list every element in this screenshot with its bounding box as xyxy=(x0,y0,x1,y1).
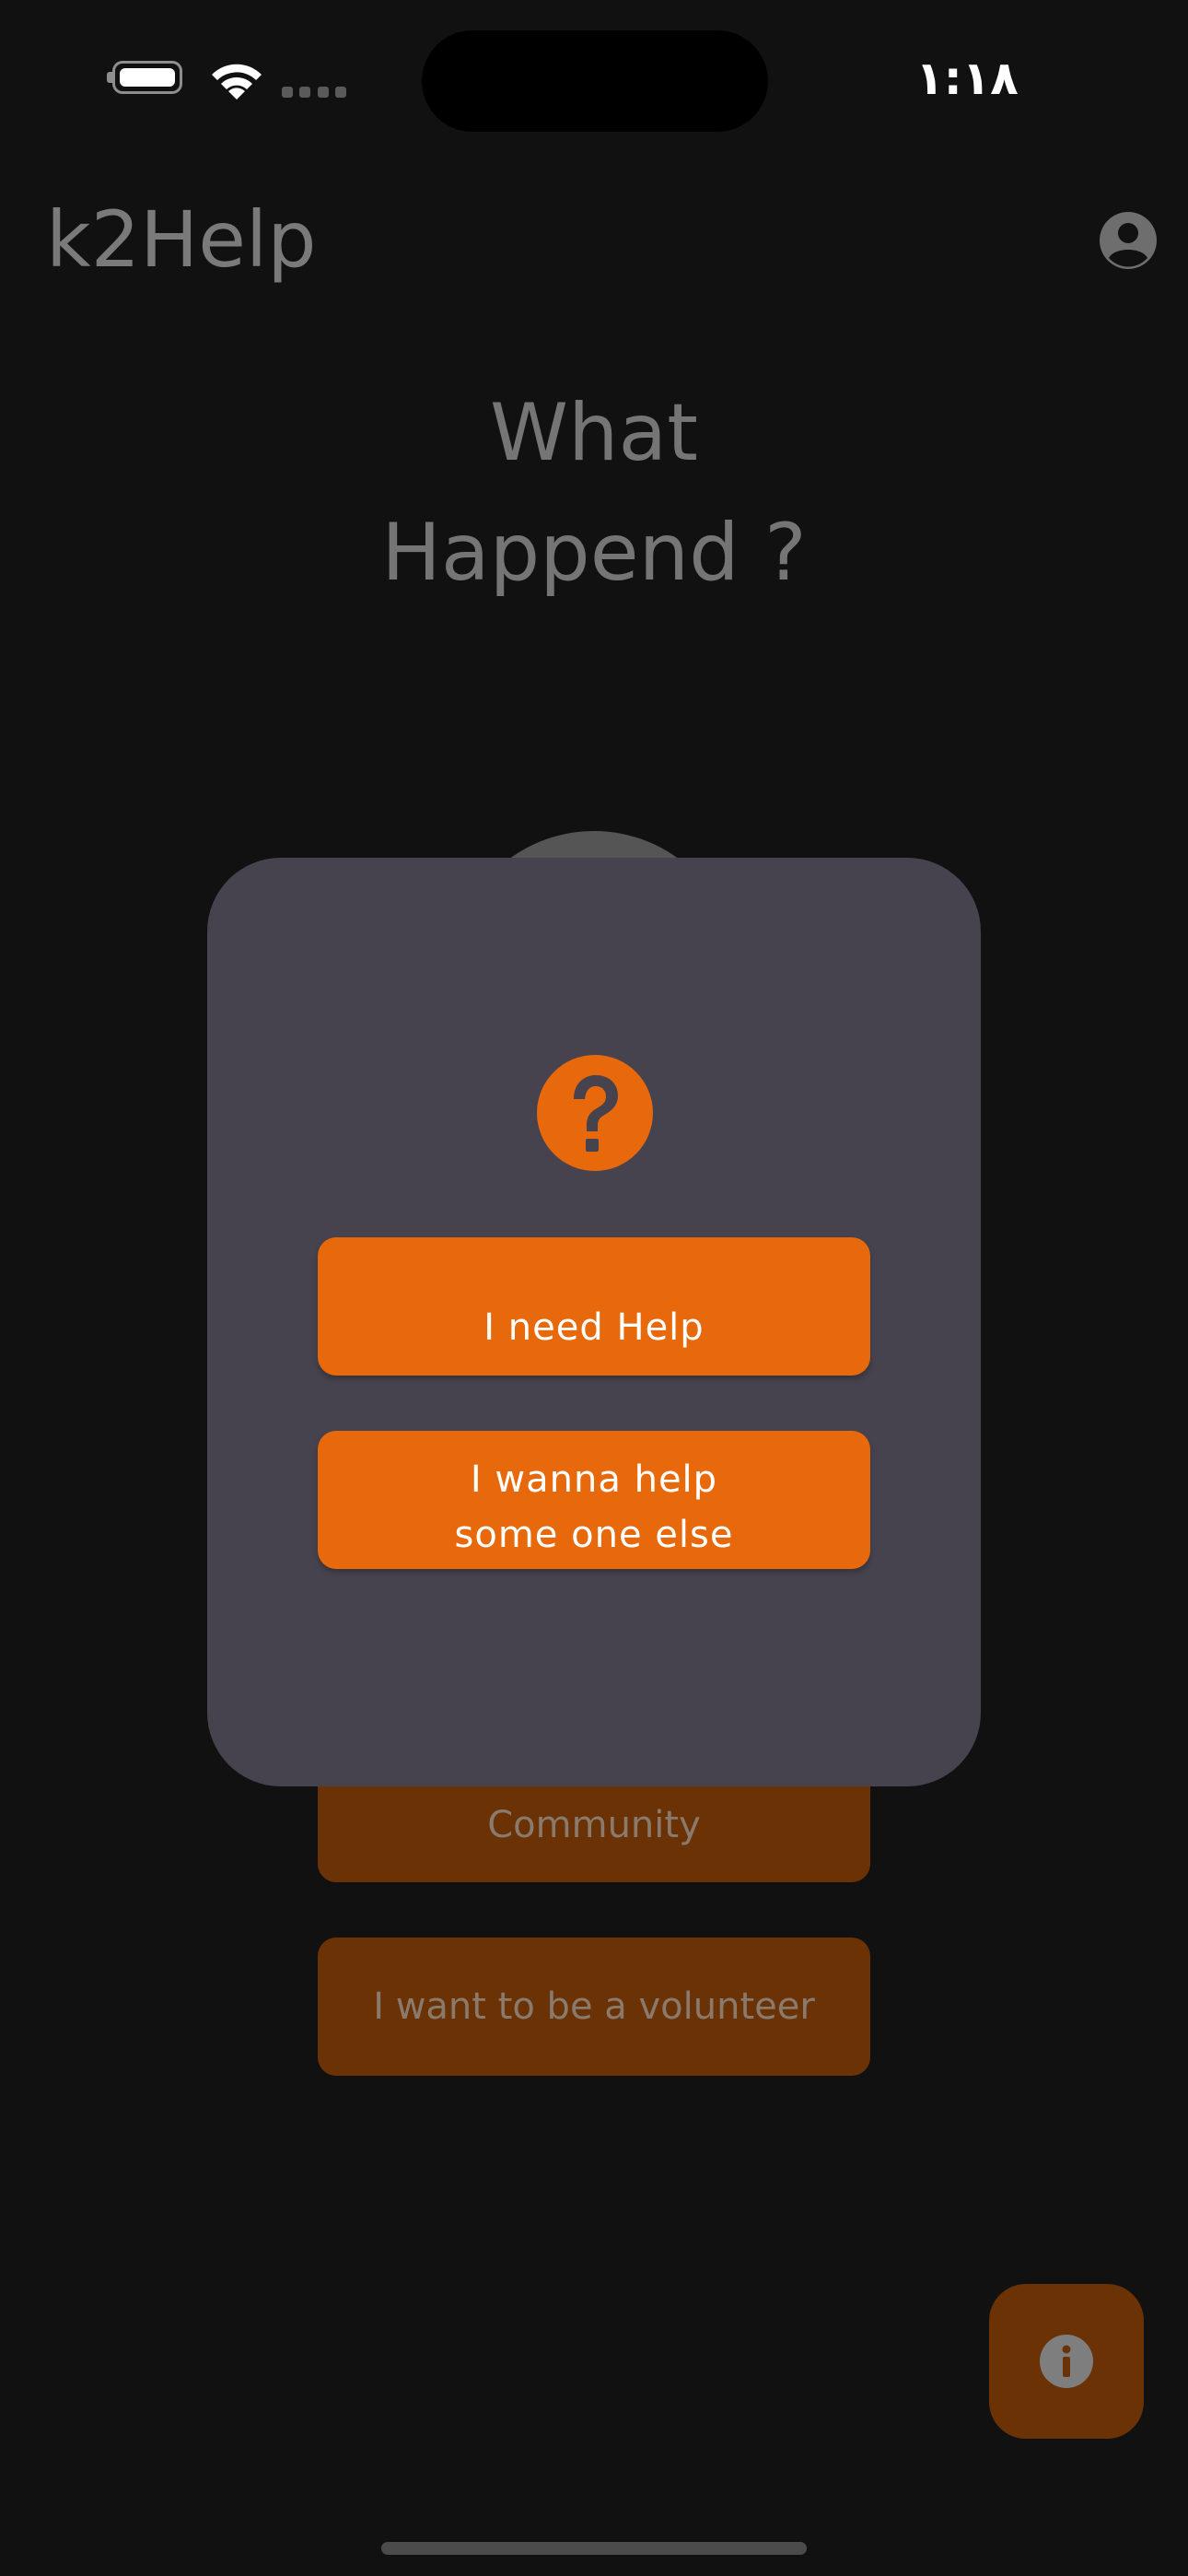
choice-dialog: I need Help I wanna help some one else xyxy=(207,858,981,1786)
heading-line-1: What xyxy=(490,387,698,479)
info-fab-button[interactable] xyxy=(989,2284,1144,2439)
volunteer-button-label: I want to be a volunteer xyxy=(373,1985,815,2028)
heading-line-2: Happend ? xyxy=(381,507,807,599)
question-icon xyxy=(537,1055,653,1171)
cellular-signal-icon xyxy=(282,87,346,98)
help-someone-else-button[interactable]: I wanna help some one else xyxy=(318,1431,870,1569)
status-bar: ۱:۱۸ xyxy=(0,0,1188,147)
status-time: ۱:۱۸ xyxy=(915,52,1019,105)
community-button-label: Community xyxy=(487,1804,701,1846)
app-title: k2Help xyxy=(46,194,317,285)
dynamic-island xyxy=(422,30,768,132)
wifi-icon xyxy=(212,64,262,100)
help-someone-else-label-line-2: some one else xyxy=(454,1513,734,1556)
home-indicator[interactable] xyxy=(381,2542,807,2555)
volunteer-button[interactable]: I want to be a volunteer xyxy=(318,1938,870,2076)
page-heading: What Happend ? xyxy=(0,373,1188,613)
need-help-button-label: I need Help xyxy=(483,1306,705,1349)
info-icon xyxy=(1040,2335,1093,2388)
help-someone-else-label-line-1: I wanna help xyxy=(470,1458,718,1501)
battery-icon xyxy=(107,61,188,100)
account-circle-icon[interactable] xyxy=(1098,210,1159,271)
need-help-button[interactable]: I need Help xyxy=(318,1237,870,1376)
